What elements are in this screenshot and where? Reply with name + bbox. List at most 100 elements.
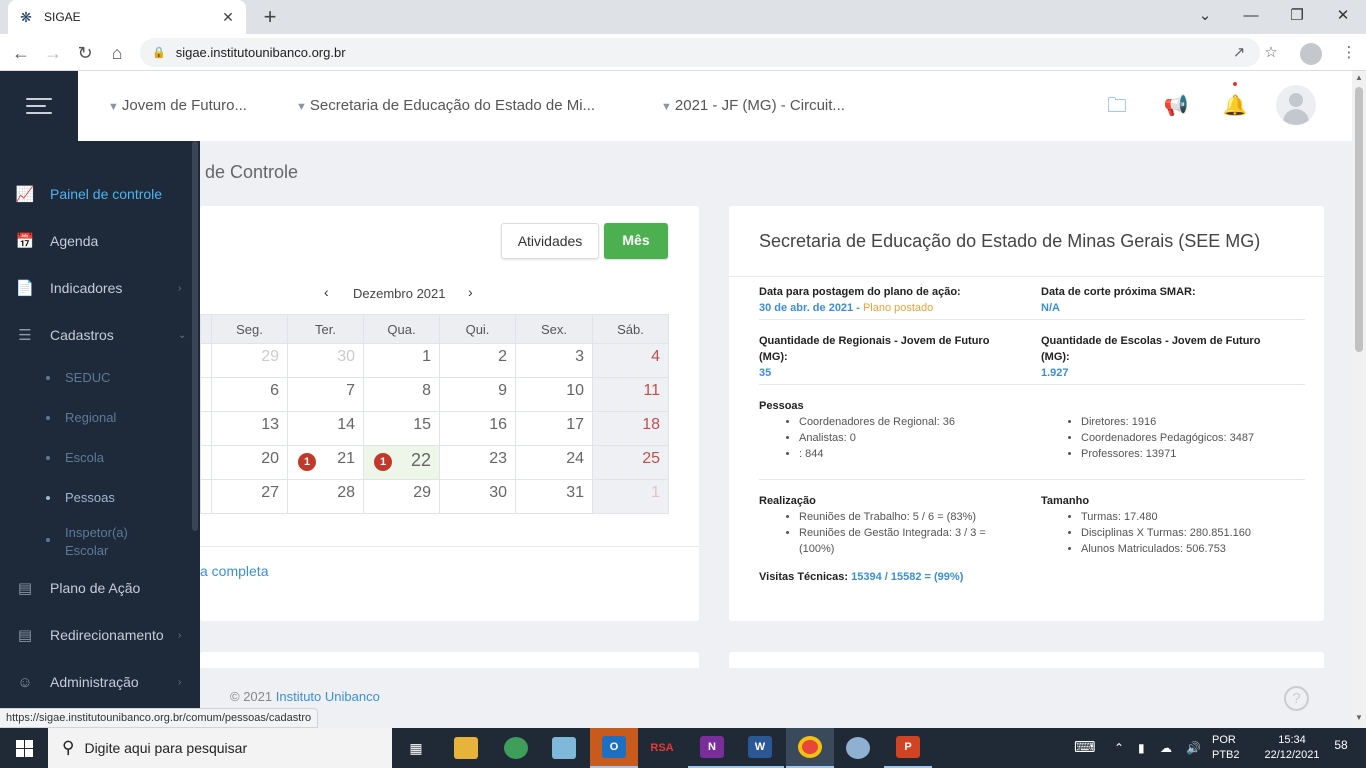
calendar-day[interactable]: 8	[363, 377, 440, 412]
calendar-day[interactable]: 4	[592, 343, 669, 378]
menu-kebab-icon[interactable]: ⋮	[1336, 40, 1362, 66]
home-icon[interactable]: ⌂	[104, 40, 130, 66]
program-selector[interactable]: ▼ Jovem de Futuro...	[108, 97, 247, 114]
word-icon[interactable]: W	[736, 728, 784, 768]
sidebar-subitem-regional[interactable]: Regional	[46, 410, 116, 425]
paint-app-icon[interactable]	[834, 728, 882, 768]
calendar-day[interactable]: 30	[439, 479, 516, 514]
calendar-day[interactable]: 7	[287, 377, 364, 412]
rsa-app-icon[interactable]: RSA	[638, 728, 686, 768]
calendar-day[interactable]: 6	[211, 377, 288, 412]
calendar-day[interactable]: 17	[515, 411, 593, 446]
calendar-day[interactable]: 28	[287, 479, 364, 514]
keyboard-icon[interactable]: ⌨	[1074, 728, 1096, 768]
taskbar-clock[interactable]: 15:34 22/12/2021	[1262, 733, 1322, 763]
help-icon[interactable]: ?	[1284, 686, 1309, 711]
event-count-badge[interactable]: 1	[374, 453, 392, 471]
profile-icon[interactable]	[1300, 43, 1322, 65]
mes-button[interactable]: Mês	[604, 223, 668, 259]
calendar-day[interactable]: 18	[592, 411, 669, 446]
calendar-day[interactable]: 1	[592, 479, 669, 514]
calendar-day[interactable]	[200, 445, 212, 480]
taskbar-search[interactable]: ⚲ Digite aqui para pesquisar	[48, 728, 392, 768]
sidebar-item-agenda[interactable]: 📅 Agenda	[0, 223, 200, 259]
calendar-day[interactable]	[200, 411, 212, 446]
calendar-day[interactable]: 24	[515, 445, 593, 480]
maximize-button[interactable]: ❐	[1282, 4, 1312, 28]
folder-icon[interactable]: 🗀	[1104, 93, 1130, 119]
calendar-day[interactable]	[200, 377, 212, 412]
bookmark-star-icon[interactable]: ☆	[1258, 40, 1284, 66]
url-field[interactable]: 🔒 sigae.institutounibanco.org.br	[140, 38, 1260, 67]
windows-start-icon[interactable]	[0, 728, 48, 768]
next-month-icon[interactable]: ›	[468, 284, 473, 300]
sidebar-item-indicadores[interactable]: 📄 Indicadores ›	[0, 270, 200, 306]
tray-expand-icon[interactable]: ⌃	[1114, 728, 1124, 768]
reload-icon[interactable]: ↻	[72, 40, 98, 66]
back-icon[interactable]: ←	[8, 40, 34, 66]
calendar-day[interactable]: 27	[211, 479, 288, 514]
secretaria-selector[interactable]: ▼ Secretaria de Educação do Estado de Mi.…	[296, 97, 595, 114]
calendar-day[interactable]: 29	[211, 343, 288, 378]
atividades-button[interactable]: Atividades	[501, 223, 599, 259]
chrome-icon[interactable]	[786, 728, 834, 768]
sidebar-subitem-inspetor[interactable]: Inspetor(a) Escolar	[46, 524, 146, 560]
calendar-day[interactable]: 11	[592, 377, 669, 412]
calendar-day[interactable]: 3	[515, 343, 593, 378]
calendar-day[interactable]: 30	[287, 343, 364, 378]
bell-icon[interactable]: 🔔	[1222, 93, 1248, 119]
calendar-day[interactable]: 25	[592, 445, 669, 480]
browser-tab[interactable]: ❋ SIGAE ✕	[8, 0, 246, 34]
calendar-day-with-event[interactable]: 1 21	[287, 445, 364, 480]
calendar-day[interactable]: 16	[439, 411, 516, 446]
sidebar-subitem-escola[interactable]: Escola	[46, 450, 104, 465]
calendar-day[interactable]: 23	[439, 445, 516, 480]
calendar-day[interactable]: 14	[287, 411, 364, 446]
notes-app-icon[interactable]	[540, 728, 588, 768]
file-explorer-icon[interactable]	[442, 728, 490, 768]
calendar-day[interactable]: 9	[439, 377, 516, 412]
sidebar-subitem-seduc[interactable]: SEDUC	[46, 370, 111, 385]
calendar-day[interactable]: 20	[211, 445, 288, 480]
sidebar-item-cadastros[interactable]: ☰ Cadastros ⌄	[0, 317, 200, 353]
notification-center-icon[interactable]: 58	[1328, 738, 1354, 758]
battery-icon[interactable]: ▮	[1138, 728, 1145, 768]
megaphone-icon[interactable]: 📢	[1163, 93, 1189, 119]
cloud-icon[interactable]: ☁	[1160, 728, 1172, 768]
scroll-up-icon[interactable]: ▲	[1352, 73, 1366, 82]
sidebar-item-painel[interactable]: 📈 Painel de controle	[0, 176, 200, 212]
calendar-day-today[interactable]: 1 22	[363, 445, 440, 480]
prev-month-icon[interactable]: ‹	[324, 284, 329, 300]
calendar-day[interactable]: 1	[363, 343, 440, 378]
tab-close-icon[interactable]: ✕	[220, 9, 236, 26]
volume-icon[interactable]: 🔊	[1186, 728, 1201, 768]
task-view-icon[interactable]: ▦	[392, 728, 440, 768]
sidebar-item-redirecionamento[interactable]: ▤ Redirecionamento ›	[0, 617, 200, 653]
tab-search-icon[interactable]: ⌄	[1190, 4, 1220, 28]
close-window-button[interactable]: ✕	[1328, 4, 1358, 28]
sidebar-item-plano[interactable]: ▤ Plano de Ação	[0, 570, 200, 606]
event-count-badge[interactable]: 1	[298, 453, 316, 471]
onenote-icon[interactable]: N	[688, 728, 736, 768]
new-tab-button[interactable]: +	[258, 5, 282, 29]
calendar-day[interactable]: 10	[515, 377, 593, 412]
footer-brand-link[interactable]: Instituto Unibanco	[276, 689, 380, 704]
outlook-icon[interactable]: O	[590, 728, 638, 768]
user-avatar[interactable]	[1276, 85, 1316, 125]
share-icon[interactable]: ↗	[1226, 40, 1252, 66]
calendar-day[interactable]: 29	[363, 479, 440, 514]
calendar-day[interactable]	[200, 479, 212, 514]
sidebar-subitem-pessoas[interactable]: Pessoas	[46, 490, 115, 505]
calendar-day[interactable]: 2	[439, 343, 516, 378]
sidebar-item-administracao[interactable]: ☺ Administração ›	[0, 664, 200, 700]
page-scrollbar[interactable]: ▲ ▼	[1352, 71, 1366, 728]
calendar-day[interactable]: 13	[211, 411, 288, 446]
circuit-selector[interactable]: ▼ 2021 - JF (MG) - Circuit...	[661, 97, 845, 114]
scroll-down-icon[interactable]: ▼	[1352, 713, 1366, 722]
globe-app-icon[interactable]	[492, 728, 540, 768]
powerpoint-icon[interactable]: P	[884, 728, 932, 768]
forward-icon[interactable]: →	[40, 40, 66, 66]
language-indicator[interactable]: POR PTB2	[1212, 733, 1240, 763]
hamburger-menu-icon[interactable]	[0, 71, 78, 141]
agenda-completa-link[interactable]: a completa	[200, 563, 268, 579]
